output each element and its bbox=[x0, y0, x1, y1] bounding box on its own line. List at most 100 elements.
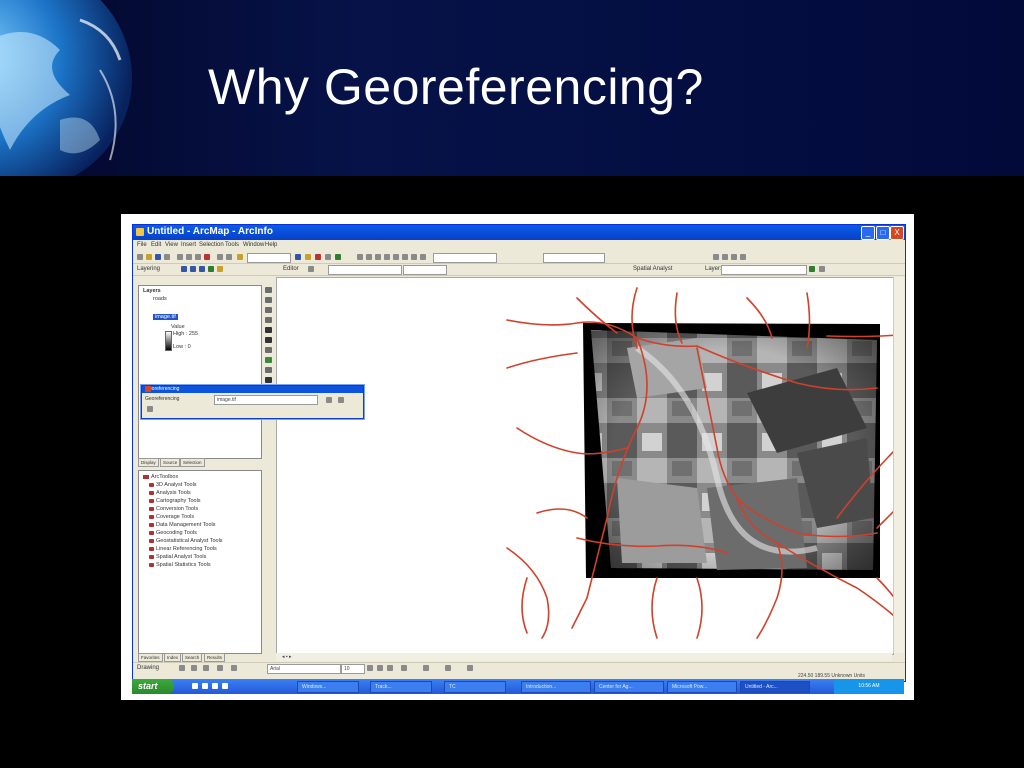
bold-icon[interactable] bbox=[367, 665, 373, 671]
rotate-icon[interactable] bbox=[191, 665, 197, 671]
toolbox-root[interactable]: ArcToolbox bbox=[143, 474, 178, 480]
cut-icon[interactable] bbox=[177, 254, 183, 260]
toolbox-item-data-management[interactable]: Data Management Tools bbox=[149, 522, 216, 528]
add-data-icon[interactable] bbox=[237, 254, 243, 260]
tool-d-icon[interactable] bbox=[208, 266, 214, 272]
rectangle-icon[interactable] bbox=[217, 665, 223, 671]
forward-extent-icon[interactable] bbox=[402, 254, 408, 260]
tool-e-icon[interactable] bbox=[217, 266, 223, 272]
select-features-icon[interactable] bbox=[411, 254, 417, 260]
back-extent-icon[interactable] bbox=[393, 254, 399, 260]
vtool-3-icon[interactable] bbox=[265, 307, 272, 313]
zoom-in-icon[interactable] bbox=[357, 254, 363, 260]
task-introduction[interactable]: Introduction... bbox=[521, 681, 591, 693]
georeferencing-layer-combo[interactable]: image.tif bbox=[214, 395, 318, 405]
task-track[interactable]: Track... bbox=[370, 681, 432, 693]
delete-icon[interactable] bbox=[204, 254, 210, 260]
identify-icon[interactable] bbox=[420, 254, 426, 260]
task-microsoft-powerpoint[interactable]: Microsoft Pow... bbox=[667, 681, 737, 693]
redo-icon[interactable] bbox=[226, 254, 232, 260]
map-horizontal-scrollbar[interactable]: ◂ ▪ ▸ bbox=[276, 653, 892, 661]
toolbox-item-linear-referencing[interactable]: Linear Referencing Tools bbox=[149, 546, 217, 552]
start-button[interactable]: start bbox=[132, 679, 174, 694]
vtool-6-icon[interactable] bbox=[265, 337, 272, 343]
copy-icon[interactable] bbox=[186, 254, 192, 260]
editor-toolbar-icon[interactable] bbox=[295, 254, 301, 260]
menu-file[interactable]: File bbox=[137, 242, 147, 248]
html-popup-icon[interactable] bbox=[740, 254, 746, 260]
task-windows[interactable]: Windows... bbox=[297, 681, 359, 693]
drawing-menu[interactable]: Drawing bbox=[137, 665, 159, 671]
tab-selection[interactable]: Selection bbox=[180, 458, 205, 467]
menu-tools[interactable]: Tools bbox=[225, 242, 239, 248]
line-color-icon[interactable] bbox=[445, 665, 451, 671]
pan-icon[interactable] bbox=[375, 254, 381, 260]
layer-combo-top[interactable] bbox=[433, 253, 497, 263]
undo-icon[interactable] bbox=[217, 254, 223, 260]
quicklaunch-4-icon[interactable] bbox=[222, 683, 228, 689]
measure-icon[interactable] bbox=[713, 254, 719, 260]
task-tc[interactable]: TC bbox=[444, 681, 506, 693]
menu-selection[interactable]: Selection bbox=[199, 242, 224, 248]
toolbox-item-3d-analyst[interactable]: 3D Analyst Tools bbox=[149, 482, 197, 488]
editor-menu[interactable]: Editor bbox=[283, 266, 299, 272]
toolbox-item-spatial-analyst[interactable]: Spatial Analyst Tools bbox=[149, 554, 206, 560]
vtool-2-icon[interactable] bbox=[265, 297, 272, 303]
font-color-icon[interactable] bbox=[401, 665, 407, 671]
task-combo[interactable] bbox=[328, 265, 402, 275]
edit-tool-icon[interactable] bbox=[308, 266, 314, 272]
fill-color-icon[interactable] bbox=[423, 665, 429, 671]
italic-icon[interactable] bbox=[377, 665, 383, 671]
new-icon[interactable] bbox=[137, 254, 143, 260]
toolbox-item-cartography[interactable]: Cartography Tools bbox=[149, 498, 201, 504]
menu-view[interactable]: View bbox=[165, 242, 178, 248]
command-line-icon[interactable] bbox=[325, 254, 331, 260]
scale-combo[interactable] bbox=[247, 253, 291, 263]
spatial-analyst-menu[interactable]: Spatial Analyst bbox=[633, 266, 672, 272]
maximize-button[interactable]: □ bbox=[876, 226, 890, 240]
open-icon[interactable] bbox=[146, 254, 152, 260]
spatial-layer-combo[interactable] bbox=[721, 265, 807, 275]
marker-color-icon[interactable] bbox=[467, 665, 473, 671]
hyperlink-icon[interactable] bbox=[722, 254, 728, 260]
vtool-9-icon[interactable] bbox=[265, 367, 272, 373]
menu-edit[interactable]: Edit bbox=[151, 242, 161, 248]
quicklaunch-1-icon[interactable] bbox=[192, 683, 198, 689]
vtool-8-icon[interactable] bbox=[265, 357, 272, 363]
georef-extra-icon[interactable] bbox=[147, 406, 153, 412]
toc-layer-roads[interactable]: roads bbox=[153, 296, 167, 302]
vtool-10-icon[interactable] bbox=[265, 377, 272, 383]
find-icon[interactable] bbox=[731, 254, 737, 260]
zoom-whole-page-icon[interactable] bbox=[203, 665, 209, 671]
spatial-tool-a-icon[interactable] bbox=[809, 266, 815, 272]
vtool-4-icon[interactable] bbox=[265, 317, 272, 323]
toolbox-item-conversion[interactable]: Conversion Tools bbox=[149, 506, 198, 512]
toolbox-item-coverage[interactable]: Coverage Tools bbox=[149, 514, 194, 520]
quicklaunch-2-icon[interactable] bbox=[202, 683, 208, 689]
full-extent-icon[interactable] bbox=[384, 254, 390, 260]
map-display[interactable] bbox=[276, 277, 914, 655]
tab-results[interactable]: Results bbox=[204, 653, 226, 662]
menu-insert[interactable]: Insert bbox=[181, 242, 196, 248]
title-bar[interactable]: Untitled - ArcMap - ArcInfo _ □ X bbox=[133, 225, 905, 240]
vtool-5-icon[interactable] bbox=[265, 327, 272, 333]
underline-icon[interactable] bbox=[387, 665, 393, 671]
task-center-for-ag[interactable]: Center for Ag... bbox=[594, 681, 664, 693]
model-builder-icon[interactable] bbox=[335, 254, 341, 260]
link-table-icon[interactable] bbox=[338, 397, 344, 403]
map-canvas[interactable] bbox=[277, 278, 914, 654]
effects-combo[interactable] bbox=[543, 253, 605, 263]
map-vertical-scrollbar[interactable] bbox=[893, 277, 904, 653]
tab-search[interactable]: Search bbox=[182, 653, 203, 662]
paste-icon[interactable] bbox=[195, 254, 201, 260]
georeferencing-menu[interactable]: Georeferencing bbox=[145, 396, 179, 402]
georeferencing-title-bar[interactable]: Georeferencing bbox=[142, 386, 363, 393]
save-icon[interactable] bbox=[155, 254, 161, 260]
spatial-tool-b-icon[interactable] bbox=[819, 266, 825, 272]
toolbox-item-geostatistical[interactable]: Geostatistical Analyst Tools bbox=[149, 538, 223, 544]
vtool-7-icon[interactable] bbox=[265, 347, 272, 353]
select-elements-icon[interactable] bbox=[179, 665, 185, 671]
toolbox-item-geocoding[interactable]: Geocoding Tools bbox=[149, 530, 197, 536]
toolbox-icon[interactable] bbox=[315, 254, 321, 260]
target-combo[interactable] bbox=[403, 265, 447, 275]
